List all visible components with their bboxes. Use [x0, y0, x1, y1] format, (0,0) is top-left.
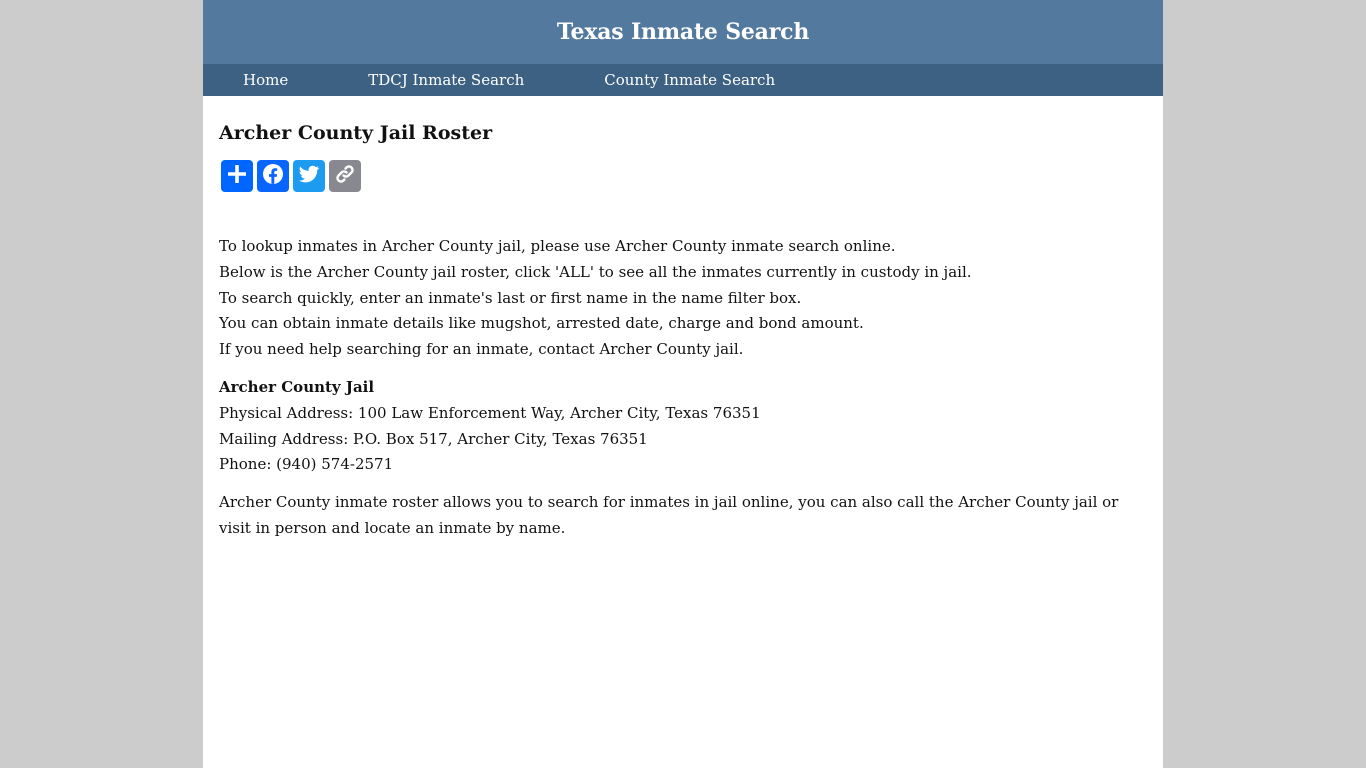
- main-content: Archer County Jail Roster To lookup inma…: [203, 96, 1163, 542]
- jail-name: Archer County Jail: [219, 377, 375, 396]
- outro-paragraph: Archer County inmate roster allows you t…: [219, 493, 1119, 537]
- copy-link-button[interactable]: [329, 160, 361, 192]
- physical-address: Physical Address: 100 Law Enforcement Wa…: [219, 403, 761, 422]
- intro-line: To lookup inmates in Archer County jail,…: [219, 237, 896, 255]
- share-buttons: [221, 160, 1147, 192]
- intro-text: To lookup inmates in Archer County jail,…: [219, 234, 1147, 363]
- site-title[interactable]: Texas Inmate Search: [557, 19, 809, 45]
- facebook-icon: [261, 162, 285, 190]
- intro-line: Below is the Archer County jail roster, …: [219, 262, 972, 281]
- page-title: Archer County Jail Roster: [219, 122, 493, 144]
- main-nav: Home TDCJ Inmate Search County Inmate Se…: [203, 64, 1163, 96]
- jail-info: Archer County Jail Physical Address: 100…: [219, 375, 1147, 478]
- mailing-address: Mailing Address: P.O. Box 517, Archer Ci…: [219, 429, 648, 448]
- share-button[interactable]: [221, 160, 253, 192]
- twitter-share-button[interactable]: [293, 160, 325, 192]
- facebook-share-button[interactable]: [257, 160, 289, 192]
- outro-text: Archer County inmate roster allows you t…: [219, 490, 1119, 542]
- twitter-icon: [297, 162, 321, 190]
- nav-county-inmate-search[interactable]: County Inmate Search: [604, 71, 775, 89]
- page-container: Texas Inmate Search Home TDCJ Inmate Sea…: [203, 0, 1163, 768]
- nav-home[interactable]: Home: [243, 71, 288, 89]
- plus-icon: [225, 162, 249, 190]
- intro-line: If you need help searching for an inmate…: [219, 340, 744, 359]
- link-icon: [333, 162, 357, 190]
- nav-tdcj-inmate-search[interactable]: TDCJ Inmate Search: [368, 71, 524, 89]
- phone-number: Phone: (940) 574-2571: [219, 455, 394, 474]
- intro-line: To search quickly, enter an inmate's las…: [219, 288, 802, 307]
- intro-line: You can obtain inmate details like mugsh…: [219, 314, 864, 333]
- site-header: Texas Inmate Search: [203, 0, 1163, 64]
